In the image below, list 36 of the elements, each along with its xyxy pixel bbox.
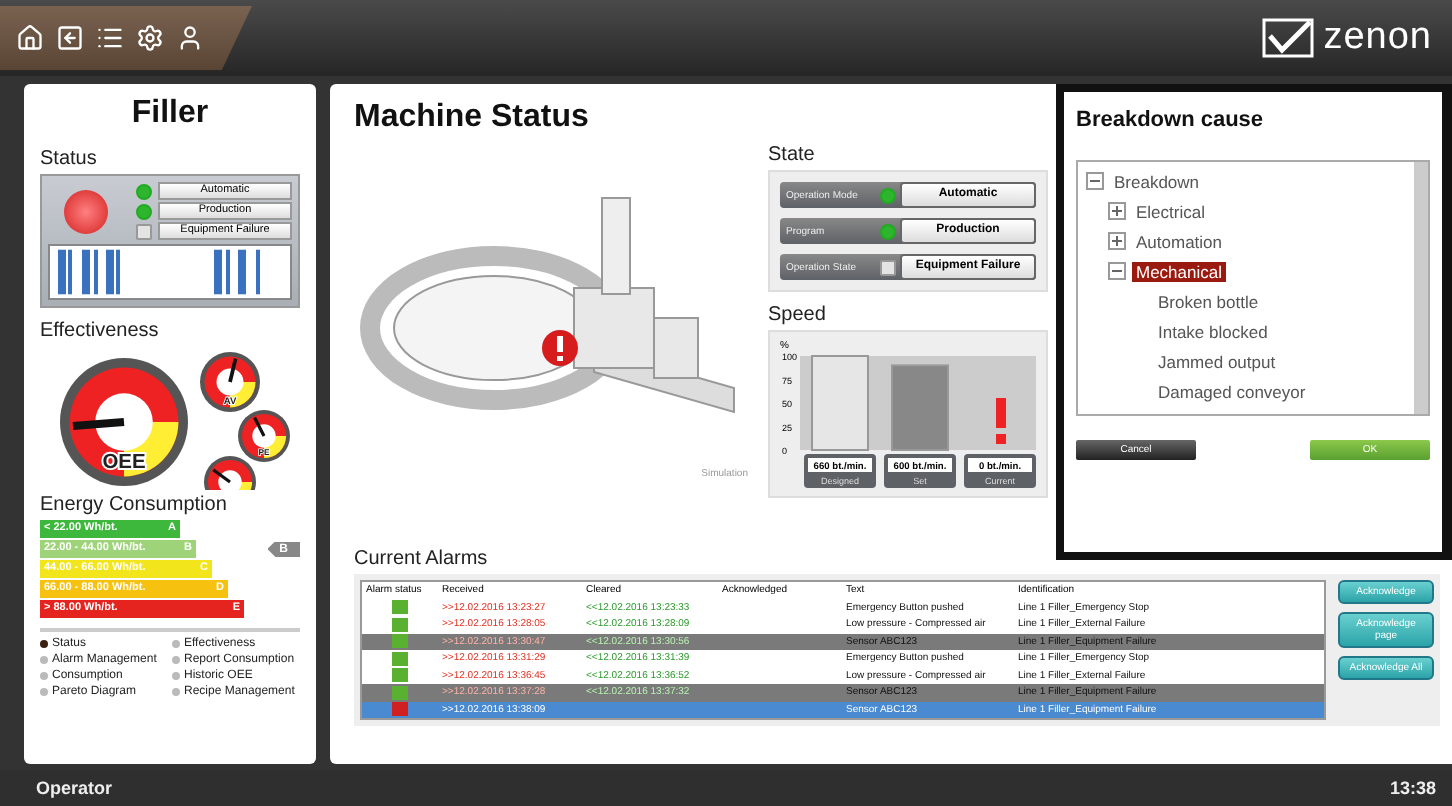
collapse-icon[interactable] <box>1108 262 1126 280</box>
list-icon[interactable] <box>96 24 124 52</box>
tree-item[interactable]: Intake blocked <box>1154 321 1272 341</box>
scrollbar[interactable] <box>1414 162 1428 414</box>
collapse-icon[interactable] <box>1086 172 1104 190</box>
section-heading: Energy Consumption <box>40 494 229 516</box>
user-name: Operator <box>36 778 113 798</box>
logo-icon <box>1261 18 1314 58</box>
back-icon[interactable] <box>56 24 84 52</box>
expand-icon[interactable] <box>1108 232 1126 250</box>
tree-item[interactable]: Broken bottle <box>1154 291 1263 311</box>
tree-item[interactable]: Automation <box>1132 231 1226 251</box>
user-icon[interactable] <box>176 24 204 52</box>
section-heading: Current Alarms <box>354 548 490 570</box>
speed-bar <box>811 355 869 451</box>
speed-bar <box>891 364 949 451</box>
tree-item[interactable]: Mechanical <box>1132 261 1226 281</box>
section-heading: Status <box>40 148 99 170</box>
dialog-title: Breakdown cause <box>1076 108 1266 132</box>
minus-icon <box>392 702 408 717</box>
expand-icon[interactable] <box>1108 202 1126 220</box>
tree-item[interactable]: Electrical <box>1132 201 1209 221</box>
section-heading: Effectiveness <box>40 320 161 342</box>
clock-time: 13:38 <box>1389 778 1436 798</box>
section-heading: Speed <box>768 304 828 326</box>
brand-name: zenon <box>1323 16 1432 60</box>
page-title: Machine Status <box>354 100 591 136</box>
section-heading: State <box>768 144 817 166</box>
panel-title: Filler <box>129 96 211 132</box>
tree-item[interactable]: Jammed output <box>1154 351 1280 371</box>
gauge-icon: OEE <box>60 358 188 486</box>
tree-item[interactable]: Damaged conveyor <box>1154 381 1310 401</box>
home-icon[interactable] <box>16 24 44 52</box>
gauge-icon <box>204 456 256 490</box>
settings-icon[interactable] <box>136 24 164 52</box>
tree-item[interactable]: Breakdown <box>1110 171 1204 191</box>
